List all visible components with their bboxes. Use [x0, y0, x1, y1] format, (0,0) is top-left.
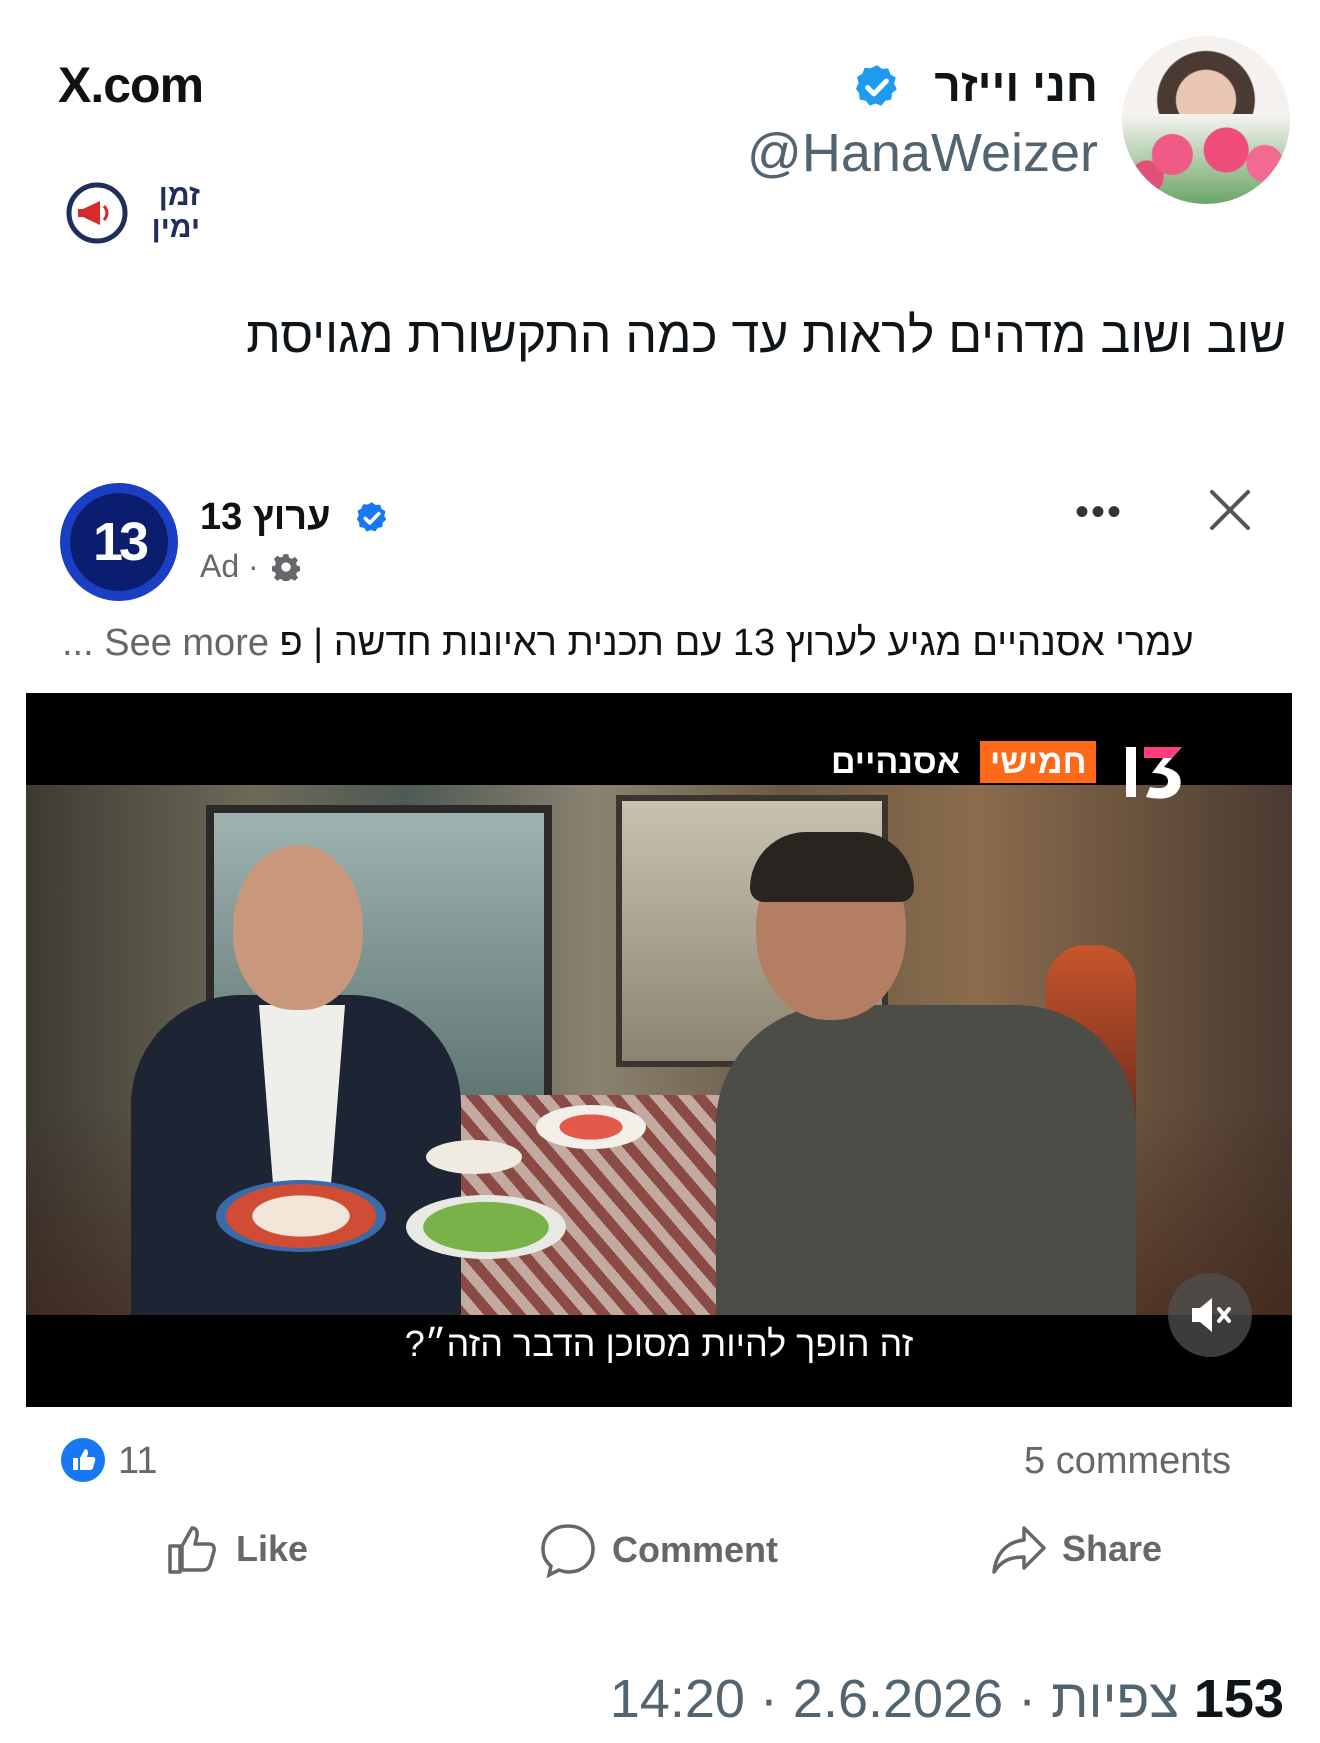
- page-name[interactable]: ערוץ 13: [200, 496, 331, 539]
- like-button[interactable]: Like: [164, 1520, 308, 1584]
- like-reaction-icon: [61, 1438, 105, 1482]
- thumbs-up-icon: [168, 1526, 216, 1574]
- see-more-link[interactable]: ... See more: [62, 622, 269, 664]
- more-options-icon[interactable]: •••: [1075, 490, 1123, 535]
- meta-separator-2: ·: [759, 1669, 778, 1729]
- like-count[interactable]: 11: [118, 1440, 157, 1483]
- tweet-meta: 153 צפיות · 14:20 · 2.6.2026: [610, 1668, 1284, 1730]
- share-button[interactable]: Share: [990, 1520, 1162, 1584]
- views-count[interactable]: 153: [1194, 1669, 1284, 1729]
- avatar[interactable]: [1122, 36, 1290, 204]
- site-label: X.com: [58, 57, 204, 113]
- comment-label: Comment: [612, 1529, 779, 1570]
- fb-verified-icon: [356, 502, 387, 532]
- video-player[interactable]: חמישי אסנהיים זה הופך להיות מסוכן הדבר ה…: [26, 693, 1292, 1407]
- watermark-line-2: ימין: [151, 211, 200, 244]
- author-name[interactable]: חני וייזר: [934, 58, 1098, 112]
- comment-bubble-icon: [541, 1524, 595, 1579]
- channel-logo-text: 13: [70, 493, 168, 591]
- author-handle[interactable]: @HanaWeizer: [747, 122, 1098, 184]
- meta-separator: ·: [1018, 1669, 1037, 1729]
- comment-button[interactable]: Comment: [538, 1520, 778, 1584]
- video-frame: [26, 785, 1292, 1335]
- tweet-time[interactable]: 14:20: [610, 1669, 745, 1729]
- share-arrow-icon: [992, 1526, 1046, 1574]
- watermark-text: זמן ימין: [136, 180, 200, 244]
- show-name-tag: אסנהיים: [831, 743, 960, 781]
- views-label: צפיות: [1051, 1669, 1179, 1729]
- speaker-muted-icon: [1192, 1298, 1231, 1332]
- comments-count[interactable]: 5 comments: [1024, 1440, 1231, 1483]
- gear-icon: [272, 554, 300, 581]
- close-icon[interactable]: [1206, 486, 1254, 534]
- tweet-text: שוב ושוב מדהים לראות עד כמה התקשורת מגוי…: [246, 307, 1286, 363]
- video-top-bar: [26, 693, 1292, 785]
- megaphone-clock-logo-icon: [66, 182, 128, 244]
- channel-logo[interactable]: 13: [60, 483, 178, 601]
- show-day-tag: חמישי: [980, 741, 1097, 783]
- verified-badge-icon: [855, 65, 897, 106]
- ad-label: Ad ·: [200, 548, 259, 584]
- share-label: Share: [1062, 1528, 1163, 1569]
- video-subtitle: זה הופך להיות מסוכן הדבר הזה״?: [404, 1323, 914, 1364]
- like-label: Like: [236, 1528, 309, 1569]
- channel-13-logo-icon: [1126, 747, 1182, 799]
- tweet-date[interactable]: 2.6.2026: [793, 1669, 1003, 1729]
- watermark-line-1: זמן: [158, 179, 200, 212]
- mute-button[interactable]: [1168, 1273, 1252, 1357]
- post-caption: ... See more עמרי אסנהיים מגיע לערוץ 13 …: [62, 622, 1258, 665]
- caption-text: עמרי אסנהיים מגיע לערוץ 13 עם תכנית ראיו…: [279, 622, 1194, 664]
